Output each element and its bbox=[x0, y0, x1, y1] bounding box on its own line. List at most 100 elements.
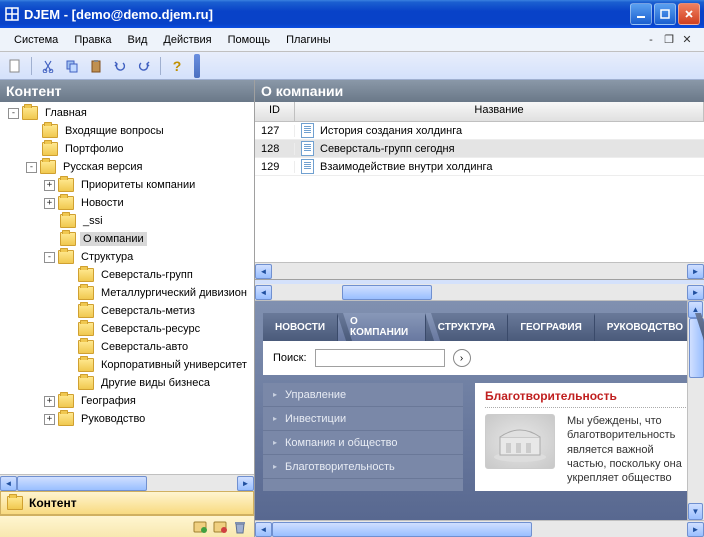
tree-item[interactable]: Северсталь-групп bbox=[0, 266, 254, 284]
tree-label[interactable]: Портфолио bbox=[62, 142, 127, 156]
tree-item[interactable]: Другие виды бизнеса bbox=[0, 374, 254, 392]
scroll-right-icon[interactable]: ► bbox=[687, 522, 704, 537]
tree-item[interactable]: _ssi bbox=[0, 212, 254, 230]
preview-side-item[interactable]: Инвестиции bbox=[263, 407, 463, 431]
scroll-thumb[interactable] bbox=[17, 476, 147, 491]
tree-item[interactable]: + Новости bbox=[0, 194, 254, 212]
mdi-restore-button[interactable]: ❐ bbox=[662, 33, 676, 47]
tree-label[interactable]: Русская версия bbox=[60, 160, 145, 174]
tree-item[interactable]: Северсталь-ресурс bbox=[0, 320, 254, 338]
collapse-icon[interactable]: - bbox=[26, 162, 37, 173]
menu-actions[interactable]: Действия bbox=[155, 32, 219, 48]
mdi-close-button[interactable]: ✕ bbox=[680, 33, 694, 47]
expand-icon[interactable]: + bbox=[44, 198, 55, 209]
trash-icon[interactable] bbox=[232, 519, 248, 535]
tree-label[interactable]: Северсталь-ресурс bbox=[98, 322, 203, 336]
help-button[interactable]: ? bbox=[166, 55, 188, 77]
table-row[interactable]: 128Северсталь-групп сегодня bbox=[255, 140, 704, 158]
scroll-left-icon[interactable]: ◄ bbox=[255, 285, 272, 300]
preview-side-item[interactable]: Благотворительность bbox=[263, 455, 463, 479]
tree-label[interactable]: Входящие вопросы bbox=[62, 124, 167, 138]
expand-icon[interactable]: + bbox=[44, 396, 55, 407]
scroll-right-icon[interactable]: ► bbox=[237, 476, 254, 491]
table-body[interactable]: 127История создания холдинга128Северстал… bbox=[255, 122, 704, 176]
tree-label[interactable]: Корпоративный университет bbox=[98, 358, 250, 372]
scroll-left-icon[interactable]: ◄ bbox=[255, 522, 272, 537]
tree-label[interactable]: Северсталь-групп bbox=[98, 268, 196, 282]
tree-item[interactable]: Корпоративный университет bbox=[0, 356, 254, 374]
tree-item[interactable]: О компании bbox=[0, 230, 254, 248]
preview-tab[interactable]: ГЕОГРАФИЯ bbox=[508, 313, 594, 341]
tree-label[interactable]: Главная bbox=[42, 106, 90, 120]
preview-side-item[interactable]: Управление bbox=[263, 383, 463, 407]
menu-help[interactable]: Помощь bbox=[220, 32, 279, 48]
maximize-button[interactable] bbox=[654, 3, 676, 25]
copy-button[interactable] bbox=[61, 55, 83, 77]
tree-label[interactable]: О компании bbox=[80, 232, 147, 246]
tree-item[interactable]: - Структура bbox=[0, 248, 254, 266]
tree-label[interactable]: Структура bbox=[78, 250, 136, 264]
tree-item[interactable]: + Приоритеты компании bbox=[0, 176, 254, 194]
status-icon-2[interactable] bbox=[212, 519, 228, 535]
status-icon-1[interactable] bbox=[192, 519, 208, 535]
tree-label[interactable]: Руководство bbox=[78, 412, 148, 426]
collapse-icon[interactable]: - bbox=[44, 252, 55, 263]
tree-item[interactable]: + Руководство bbox=[0, 410, 254, 428]
preview-bottom-scrollbar[interactable]: ◄ ► bbox=[255, 520, 704, 537]
redo-button[interactable] bbox=[133, 55, 155, 77]
tree-item[interactable]: - Главная bbox=[0, 104, 254, 122]
tree-item[interactable]: Входящие вопросы bbox=[0, 122, 254, 140]
tree-item[interactable]: Северсталь-авто bbox=[0, 338, 254, 356]
tree-item[interactable]: Северсталь-метиз bbox=[0, 302, 254, 320]
scroll-left-icon[interactable]: ◄ bbox=[0, 476, 17, 491]
accordion-content[interactable]: Контент bbox=[0, 491, 254, 515]
expand-icon[interactable]: + bbox=[44, 180, 55, 191]
scroll-down-icon[interactable]: ▼ bbox=[688, 503, 703, 520]
tree-item[interactable]: - Русская версия bbox=[0, 158, 254, 176]
preview-top-scrollbar[interactable]: ◄ ► bbox=[255, 284, 704, 301]
scroll-left-icon[interactable]: ◄ bbox=[255, 264, 272, 279]
tree-label[interactable]: Северсталь-авто bbox=[98, 340, 191, 354]
tree-scrollbar[interactable]: ◄ ► bbox=[0, 474, 254, 491]
new-button[interactable] bbox=[4, 55, 26, 77]
tree-label[interactable]: Приоритеты компании bbox=[78, 178, 198, 192]
cut-button[interactable] bbox=[37, 55, 59, 77]
tree-item[interactable]: Портфолио bbox=[0, 140, 254, 158]
scroll-right-icon[interactable]: ► bbox=[687, 264, 704, 279]
table-row[interactable]: 127История создания холдинга bbox=[255, 122, 704, 140]
search-go-button[interactable]: › bbox=[453, 349, 471, 367]
tree-item[interactable]: + География bbox=[0, 392, 254, 410]
minimize-button[interactable] bbox=[630, 3, 652, 25]
tree-label[interactable]: География bbox=[78, 394, 139, 408]
scroll-thumb[interactable] bbox=[342, 285, 432, 300]
table-scrollbar[interactable]: ◄ ► bbox=[255, 262, 704, 279]
expand-icon[interactable]: + bbox=[44, 414, 55, 425]
tree-label[interactable]: Новости bbox=[78, 196, 127, 210]
tree-label[interactable]: Другие виды бизнеса bbox=[98, 376, 213, 390]
scroll-right-icon[interactable]: ► bbox=[687, 285, 704, 300]
tree-label[interactable]: _ssi bbox=[80, 214, 106, 228]
mdi-minimize-button[interactable]: - bbox=[644, 33, 658, 47]
scroll-thumb[interactable] bbox=[272, 522, 532, 537]
toolbar: ? bbox=[0, 52, 704, 80]
preview-side-item[interactable]: Компания и общество bbox=[263, 431, 463, 455]
preview-tab[interactable]: НОВОСТИ bbox=[263, 313, 338, 341]
collapse-icon[interactable]: - bbox=[8, 108, 19, 119]
undo-button[interactable] bbox=[109, 55, 131, 77]
menu-view[interactable]: Вид bbox=[119, 32, 155, 48]
preview-tab[interactable]: О КОМПАНИИ bbox=[338, 313, 426, 341]
tree-label[interactable]: Металлургический дивизион bbox=[98, 286, 250, 300]
tree-item[interactable]: Металлургический дивизион bbox=[0, 284, 254, 302]
menu-edit[interactable]: Правка bbox=[66, 32, 119, 48]
search-input[interactable] bbox=[315, 349, 445, 367]
column-name[interactable]: Название bbox=[295, 102, 704, 121]
close-button[interactable] bbox=[678, 3, 700, 25]
preview-tab[interactable]: РУКОВОДСТВО bbox=[595, 313, 696, 341]
menu-system[interactable]: Система bbox=[6, 32, 66, 48]
tree-label[interactable]: Северсталь-метиз bbox=[98, 304, 198, 318]
table-row[interactable]: 129Взаимодействие внутри холдинга bbox=[255, 158, 704, 176]
content-tree[interactable]: - Главная Входящие вопросы Портфолио - Русска… bbox=[0, 102, 254, 474]
paste-button[interactable] bbox=[85, 55, 107, 77]
column-id[interactable]: ID bbox=[255, 102, 295, 121]
menu-plugins[interactable]: Плагины bbox=[278, 32, 339, 48]
